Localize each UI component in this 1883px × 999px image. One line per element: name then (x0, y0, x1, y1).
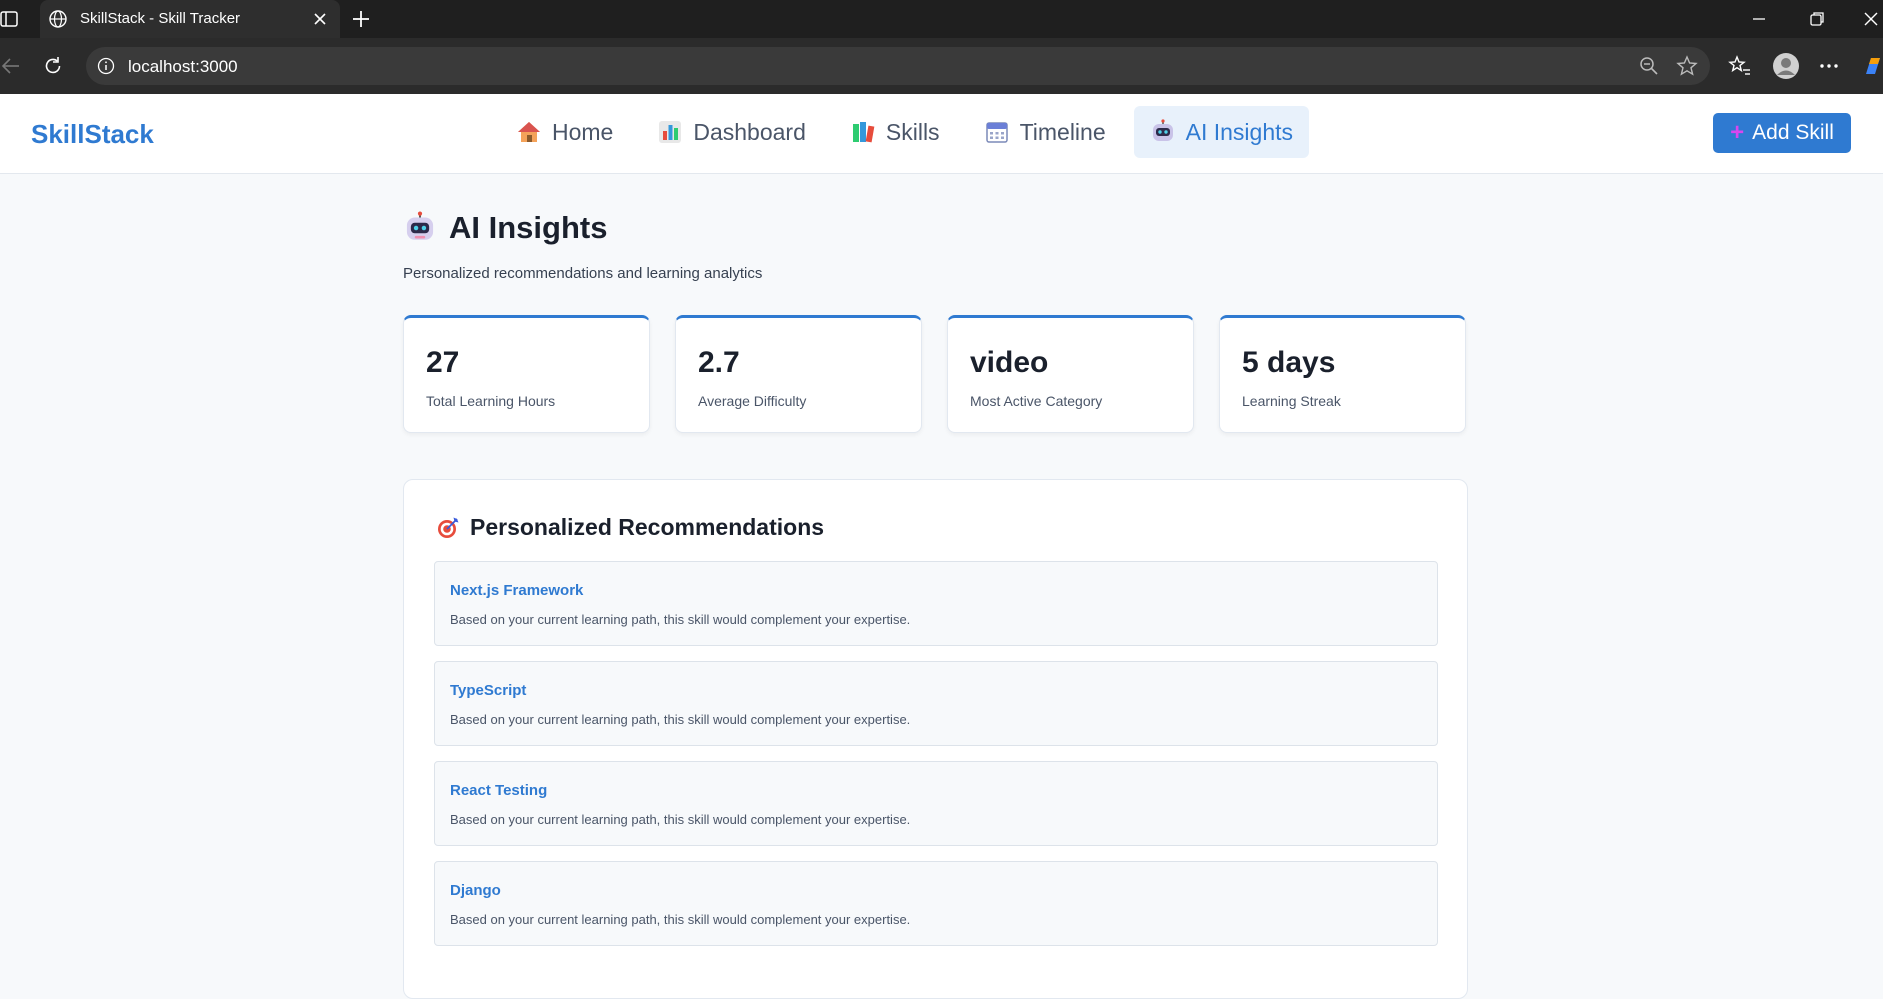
robot-icon (406, 211, 434, 240)
recommendations-panel: Personalized Recommendations Next.js Fra… (403, 479, 1468, 999)
recommendation-item-nextjs[interactable]: Next.js Framework Based on your current … (434, 561, 1438, 646)
stats-row: 27 Total Learning Hours 2.7 Average Diff… (403, 315, 1466, 433)
back-arrow-icon[interactable] (0, 55, 22, 77)
books-icon (852, 122, 875, 143)
info-icon[interactable] (96, 56, 116, 76)
stat-value: 27 (426, 346, 460, 379)
app-header: SkillStack Home Dashboard Skills Timelin… (0, 94, 1883, 174)
bar-chart-icon (659, 121, 682, 143)
stat-label: Total Learning Hours (426, 393, 556, 409)
app-logo[interactable]: SkillStack (31, 119, 154, 150)
new-tab-icon[interactable] (350, 8, 372, 30)
stat-value: video (970, 346, 1049, 379)
close-window-icon[interactable] (1860, 8, 1882, 30)
page-subtitle: Personalized recommendations and learnin… (403, 265, 763, 282)
nav-item-timeline[interactable]: Timeline (968, 106, 1122, 158)
recommendations-title: Personalized Recommendations (470, 514, 825, 540)
stat-value: 5 days (1242, 346, 1336, 379)
main-nav: Home Dashboard Skills Timeline AI Insigh… (500, 106, 1310, 158)
nav-label: AI Insights (1185, 118, 1294, 145)
recommendation-name[interactable]: Next.js Framework (450, 582, 583, 599)
add-skill-label: Add Skill (1752, 121, 1834, 144)
nav-label: Timeline (1019, 118, 1106, 145)
page-header: AI Insights (403, 210, 607, 246)
nav-label: Home (552, 118, 614, 145)
restore-icon[interactable] (1806, 8, 1828, 30)
recommendation-item-typescript[interactable]: TypeScript Based on your current learnin… (434, 661, 1438, 746)
stat-value: 2.7 (698, 346, 740, 379)
add-skill-button[interactable]: + Add Skill (1713, 113, 1851, 153)
copilot-icon[interactable] (1862, 54, 1883, 78)
stat-card-active-category: video Most Active Category (947, 315, 1194, 433)
minimize-icon[interactable] (1748, 8, 1770, 30)
browser-tab-bar: SkillStack - Skill Tracker (0, 0, 1883, 38)
recommendation-description: Based on your current learning path, thi… (450, 912, 911, 927)
recommendation-description: Based on your current learning path, thi… (450, 712, 911, 727)
reload-icon[interactable] (42, 55, 64, 77)
house-icon (518, 122, 540, 142)
stat-label: Learning Streak (1242, 393, 1341, 409)
recommendation-item-react-testing[interactable]: React Testing Based on your current lear… (434, 761, 1438, 846)
nav-item-ai-insights[interactable]: AI Insights (1133, 106, 1310, 158)
nav-label: Skills (885, 118, 940, 145)
globe-icon (49, 10, 67, 28)
target-icon (438, 517, 459, 538)
robot-icon (1152, 119, 1173, 141)
recommendation-description: Based on your current learning path, thi… (450, 812, 911, 827)
recommendation-name[interactable]: Django (450, 882, 501, 899)
stat-card-total-hours: 27 Total Learning Hours (403, 315, 650, 433)
page-title: AI Insights (449, 210, 608, 245)
address-bar[interactable]: localhost:3000 (86, 47, 1710, 85)
calendar-icon (985, 122, 1008, 143)
zoom-out-icon[interactable] (1638, 55, 1660, 77)
recommendations-list: Next.js Framework Based on your current … (434, 561, 1438, 961)
recommendation-description: Based on your current learning path, thi… (450, 612, 911, 627)
nav-item-home[interactable]: Home (500, 106, 629, 158)
url-text[interactable]: localhost:3000 (128, 57, 238, 77)
more-menu-icon[interactable] (1817, 54, 1841, 78)
tab-title: SkillStack - Skill Tracker (80, 10, 241, 27)
recommendation-name[interactable]: React Testing (450, 782, 547, 799)
browser-toolbar: localhost:3000 (0, 38, 1883, 94)
browser-tab[interactable]: SkillStack - Skill Tracker (40, 0, 340, 38)
stat-label: Most Active Category (970, 393, 1103, 409)
nav-item-skills[interactable]: Skills (834, 106, 956, 158)
plus-icon: + (1730, 119, 1745, 146)
recommendation-item-django[interactable]: Django Based on your current learning pa… (434, 861, 1438, 946)
profile-avatar-icon[interactable] (1772, 52, 1800, 80)
recommendations-header: Personalized Recommendations (436, 514, 824, 541)
close-tab-icon[interactable] (310, 9, 330, 29)
favorite-star-icon[interactable] (1676, 55, 1698, 77)
stat-label: Average Difficulty (698, 393, 807, 409)
recommendation-name[interactable]: TypeScript (450, 682, 526, 699)
favorites-icon[interactable] (1728, 54, 1752, 78)
sidebar-toggle-icon[interactable] (0, 9, 20, 29)
nav-label: Dashboard (693, 118, 806, 145)
stat-card-learning-streak: 5 days Learning Streak (1219, 315, 1466, 433)
stat-card-average-difficulty: 2.7 Average Difficulty (675, 315, 922, 433)
nav-item-dashboard[interactable]: Dashboard (641, 106, 822, 158)
